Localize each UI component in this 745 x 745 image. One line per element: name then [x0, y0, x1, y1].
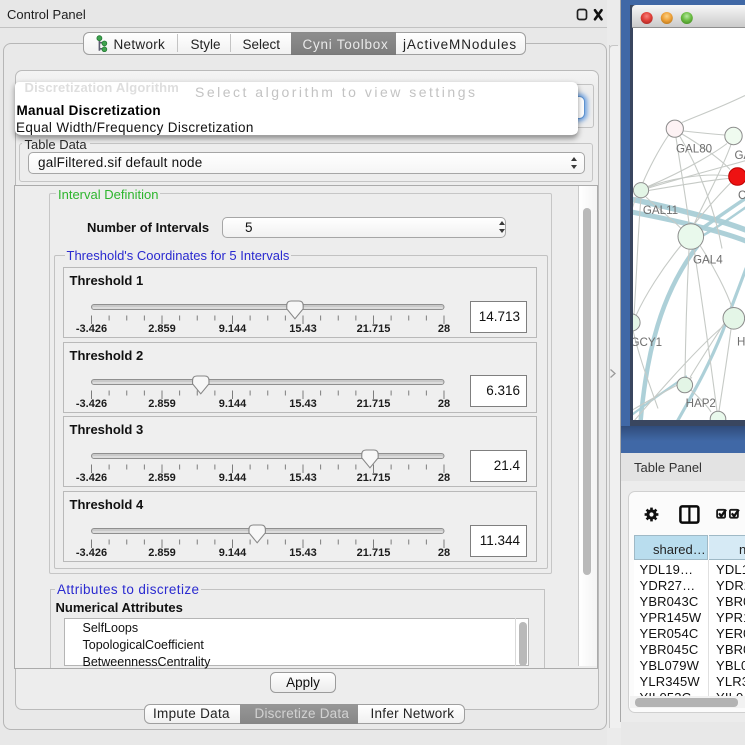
svg-text:15.43: 15.43	[289, 398, 317, 410]
svg-text:28: 28	[437, 398, 449, 410]
svg-text:C: C	[738, 189, 745, 202]
svg-text:GCY1: GCY1	[633, 336, 662, 349]
svg-text:2.859: 2.859	[148, 323, 176, 335]
svg-text:GAL80: GAL80	[676, 142, 712, 155]
svg-text:-3.426: -3.426	[75, 547, 106, 559]
svg-text:GA: GA	[735, 149, 745, 162]
svg-text:HAP2: HAP2	[686, 397, 716, 410]
svg-text:-3.426: -3.426	[75, 472, 106, 484]
svg-text:15.43: 15.43	[289, 323, 317, 335]
svg-text:21.715: 21.715	[356, 398, 390, 410]
svg-text:9.144: 9.144	[218, 472, 246, 484]
svg-text:2.859: 2.859	[148, 398, 176, 410]
svg-text:28: 28	[437, 323, 449, 335]
svg-text:21.715: 21.715	[356, 323, 390, 335]
svg-text:28: 28	[437, 547, 449, 559]
svg-text:15.43: 15.43	[289, 472, 317, 484]
svg-text:GAL11: GAL11	[643, 203, 678, 216]
svg-text:H: H	[737, 335, 745, 348]
svg-text:-3.426: -3.426	[75, 398, 106, 410]
svg-text:21.715: 21.715	[356, 547, 390, 559]
svg-text:GAL4: GAL4	[693, 253, 723, 266]
svg-text:9.144: 9.144	[218, 398, 246, 410]
svg-text:9.144: 9.144	[218, 547, 246, 559]
svg-text:28: 28	[437, 472, 449, 484]
svg-text:2.859: 2.859	[148, 472, 176, 484]
svg-text:21.715: 21.715	[356, 472, 390, 484]
svg-text:2.859: 2.859	[148, 547, 176, 559]
svg-text:15.43: 15.43	[289, 547, 317, 559]
svg-text:-3.426: -3.426	[75, 323, 106, 335]
svg-text:9.144: 9.144	[218, 323, 246, 335]
